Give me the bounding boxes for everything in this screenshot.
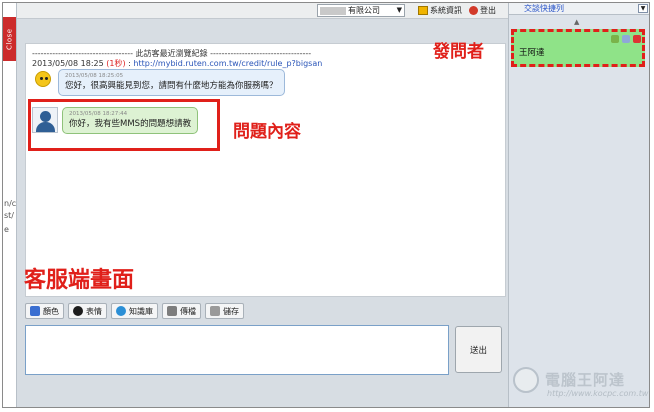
knowledge-base-button-label: 知識庫 — [129, 306, 153, 316]
system-info-icon — [418, 6, 428, 15]
user-status-icon — [611, 35, 619, 43]
asker-name: 王阿達 — [519, 48, 545, 58]
close-tab-button[interactable]: Close — [3, 17, 16, 61]
bot-message: 2013/05/08 18:25:05 您好，很高興能見到您，請問有什麼地方能為… — [32, 69, 285, 96]
watermark-title: 電腦王阿達 — [545, 371, 626, 389]
history-duration: (1秒) — [106, 59, 126, 68]
send-file-button-label: 傳檔 — [180, 306, 196, 316]
message-toolbar: 顏色 表情 知識庫 傳檔 儲存 — [25, 303, 244, 319]
help-icon — [116, 306, 126, 316]
transfer-icon[interactable] — [622, 35, 630, 43]
logout-link[interactable]: 登出 — [469, 5, 496, 16]
emoticon-button-label: 表情 — [86, 306, 102, 316]
asker-callout: 發問者 — [433, 42, 484, 62]
site-watermark: 電腦王阿達 http://www.kocpc.com.tw — [513, 365, 648, 407]
message-timestamp: 2013/05/08 18:25:05 — [65, 73, 124, 79]
system-info-link[interactable]: 系統資訊 — [418, 5, 462, 16]
question-highlight-box — [28, 99, 220, 151]
save-button[interactable]: 儲存 — [205, 303, 244, 319]
history-date: 2013/05/08 18:25 — [32, 59, 104, 68]
font-color-icon — [30, 306, 40, 316]
history-entry: 2013/05/08 18:25 (1秒) : http://mybid.rut… — [32, 59, 323, 68]
attach-icon — [167, 306, 177, 316]
logout-icon — [469, 6, 478, 15]
scroll-up-icon[interactable]: ▲ — [574, 18, 579, 26]
watermark-logo-icon — [513, 367, 539, 393]
quick-bar-panel: 交談快捷列 ▼ ▲ 王阿達 — [508, 3, 649, 407]
chat-transcript: ----------------------------------- 此訪客最… — [24, 43, 506, 297]
screen-callout: 客服端畫面 — [24, 268, 135, 293]
knowledge-base-button[interactable]: 知識庫 — [111, 303, 158, 319]
logout-label: 登出 — [480, 6, 496, 15]
save-icon — [210, 306, 220, 316]
message-bubble: 2013/05/08 18:25:05 您好，很高興能見到您，請問有什麼地方能為… — [58, 69, 285, 96]
save-button-label: 儲存 — [223, 306, 239, 316]
system-info-label: 系統資訊 — [430, 6, 462, 15]
strip-text-fragment: e — [4, 225, 9, 234]
message-text: 您好，很高興能見到您，請問有什麼地方能為你服務嗎？ — [65, 81, 278, 91]
chevron-down-icon: ▼ — [396, 6, 402, 14]
redacted-text-block — [320, 6, 346, 15]
question-callout: 問題內容 — [233, 122, 301, 142]
app-window: Close n/c st/ e 有限公司 ▼ 系統資訊 登出 ---------… — [2, 2, 650, 408]
quick-bar-title: 交談快捷列 — [509, 3, 649, 15]
strip-text-fragment: st/ — [4, 211, 14, 220]
left-close-strip: Close n/c st/ e — [3, 3, 17, 407]
close-icon[interactable] — [633, 35, 641, 43]
asker-card[interactable]: 王阿達 — [511, 29, 645, 67]
color-button[interactable]: 顏色 — [25, 303, 64, 319]
strip-text-fragment: n/c — [4, 199, 17, 208]
chevron-down-icon[interactable]: ▼ — [638, 4, 648, 13]
emoticon-button[interactable]: 表情 — [68, 303, 107, 319]
company-select-value: 有限公司 — [348, 6, 380, 15]
emoticon-icon — [73, 306, 83, 316]
watermark-url: http://www.kocpc.com.tw — [547, 389, 649, 398]
history-link[interactable]: http://mybid.ruten.com.tw/credit/rule_p?… — [133, 59, 322, 68]
send-file-button[interactable]: 傳檔 — [162, 303, 201, 319]
company-select[interactable]: 有限公司 ▼ — [317, 4, 405, 17]
color-button-label: 顏色 — [43, 306, 59, 316]
message-input[interactable] — [25, 325, 449, 375]
send-button[interactable]: 送出 — [455, 326, 502, 373]
bot-avatar-icon — [32, 69, 54, 91]
